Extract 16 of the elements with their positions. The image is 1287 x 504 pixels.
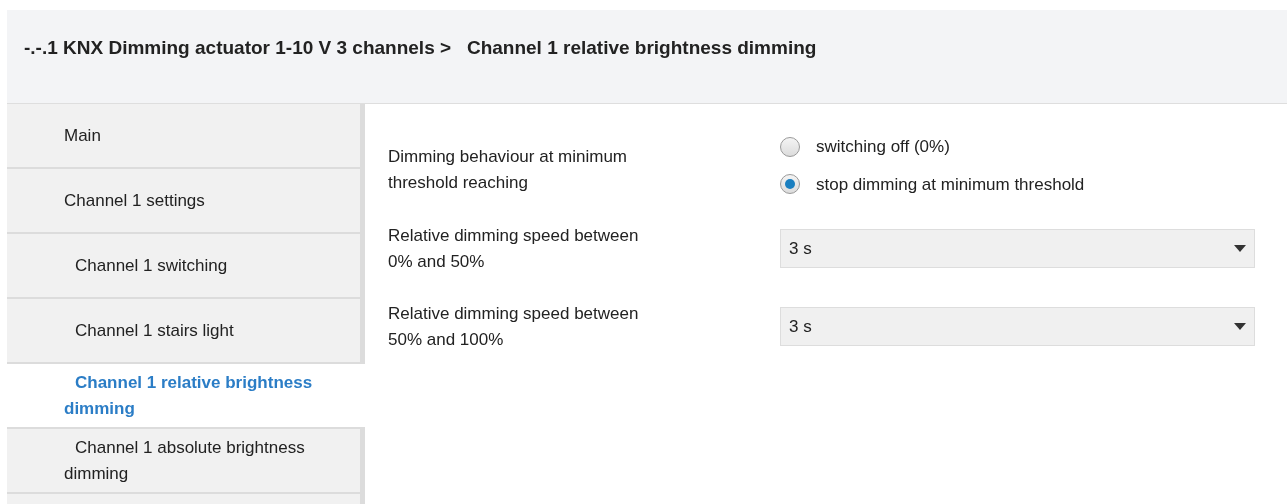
dropdown[interactable]: 3 s xyxy=(780,229,1255,268)
parameter-label: Dimming behaviour at minimum threshold reaching xyxy=(388,146,629,194)
radio-button[interactable] xyxy=(780,136,800,157)
caret-icon xyxy=(1234,323,1246,330)
radio-label: stop dimming at minimum threshold xyxy=(816,173,1085,196)
parameter-label: Relative dimming speed between 50% and 100% xyxy=(388,303,640,351)
radio-button[interactable] xyxy=(780,174,800,195)
dropdown[interactable]: 3 s xyxy=(780,307,1255,346)
sidebar-item[interactable]: Channel 1 switching xyxy=(7,234,360,299)
sidebar-item[interactable]: Main xyxy=(7,104,360,169)
parameter-label: Relative dimming speed between 0% and 50% xyxy=(388,225,640,273)
radio-label: switching off (0%) xyxy=(816,136,950,158)
breadcrumb-title: -.-.1 KNX Dimming actuator 1-10 V 3 channels > Channel 1 relative brightness dimming xyxy=(24,36,818,60)
sidebar-item[interactable]: Channel 1 relative brightness dimming xyxy=(7,364,365,429)
caret-icon xyxy=(1234,245,1246,252)
sidebar-item[interactable]: Channel 1 settings xyxy=(7,169,360,234)
